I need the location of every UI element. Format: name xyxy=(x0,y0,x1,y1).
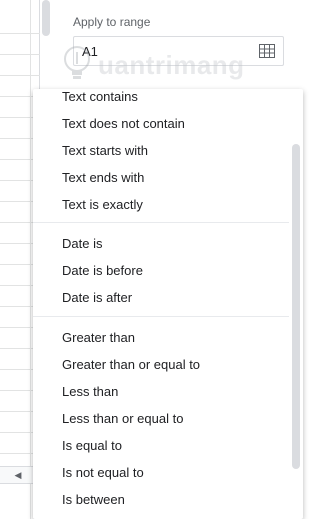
grid-row-line xyxy=(0,33,40,34)
menu-item-greater-than-or-equal-to[interactable]: Greater than or equal to xyxy=(33,351,289,378)
menu-item-less-than-or-equal-to[interactable]: Less than or equal to xyxy=(33,405,289,432)
menu-item-text-ends-with[interactable]: Text ends with xyxy=(33,164,289,191)
menu-item-date-is-after[interactable]: Date is after xyxy=(33,284,289,311)
grid-row-line xyxy=(0,54,40,55)
condition-dropdown-menu[interactable]: Text contains Text does not contain Text… xyxy=(33,89,303,519)
menu-separator xyxy=(33,222,289,223)
menu-item-text-contains[interactable]: Text contains xyxy=(33,89,289,110)
menu-item-date-is-before[interactable]: Date is before xyxy=(33,257,289,284)
menu-item-is-between[interactable]: Is between xyxy=(33,486,289,513)
range-input[interactable]: A1 xyxy=(73,36,284,66)
menu-item-text-does-not-contain[interactable]: Text does not contain xyxy=(33,110,289,137)
menu-item-is-not-equal-to[interactable]: Is not equal to xyxy=(33,459,289,486)
apply-to-range-label: Apply to range xyxy=(73,15,151,29)
menu-item-text-starts-with[interactable]: Text starts with xyxy=(33,137,289,164)
vertical-scrollbar-thumb[interactable] xyxy=(42,0,50,36)
menu-separator xyxy=(33,316,289,317)
menu-item-text-is-exactly[interactable]: Text is exactly xyxy=(33,191,289,218)
range-value[interactable]: A1 xyxy=(82,44,98,59)
menu-item-date-is[interactable]: Date is xyxy=(33,230,289,257)
menu-item-less-than[interactable]: Less than xyxy=(33,378,289,405)
grid-icon[interactable] xyxy=(259,44,275,58)
chevron-left-icon[interactable]: ◀ xyxy=(12,469,24,481)
grid-row-line xyxy=(0,75,40,76)
grid-column-line xyxy=(30,0,31,519)
menu-scrollbar-thumb[interactable] xyxy=(292,144,300,469)
menu-item-is-equal-to[interactable]: Is equal to xyxy=(33,432,289,459)
menu-item-greater-than[interactable]: Greater than xyxy=(33,324,289,351)
